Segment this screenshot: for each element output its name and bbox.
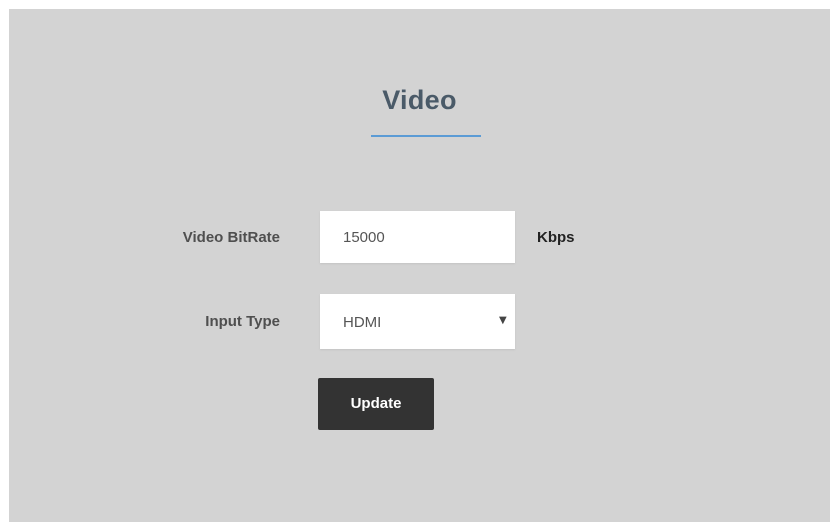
input-type-selected-value: HDMI: [343, 314, 382, 331]
update-button[interactable]: Update: [318, 378, 434, 430]
video-settings-panel: Video Video BitRate 15000 Kbps Input Typ…: [9, 9, 830, 522]
input-type-label: Input Type: [205, 313, 280, 330]
input-type-select[interactable]: HDMI ▼: [320, 294, 515, 349]
video-bitrate-label: Video BitRate: [182, 229, 280, 246]
bitrate-unit-label: Kbps: [537, 229, 575, 246]
page-title: Video: [382, 85, 457, 115]
chevron-down-icon: ▼: [499, 315, 507, 326]
title-underline: [371, 135, 481, 137]
video-bitrate-value: 15000: [343, 229, 385, 246]
video-bitrate-input[interactable]: 15000: [320, 211, 515, 263]
